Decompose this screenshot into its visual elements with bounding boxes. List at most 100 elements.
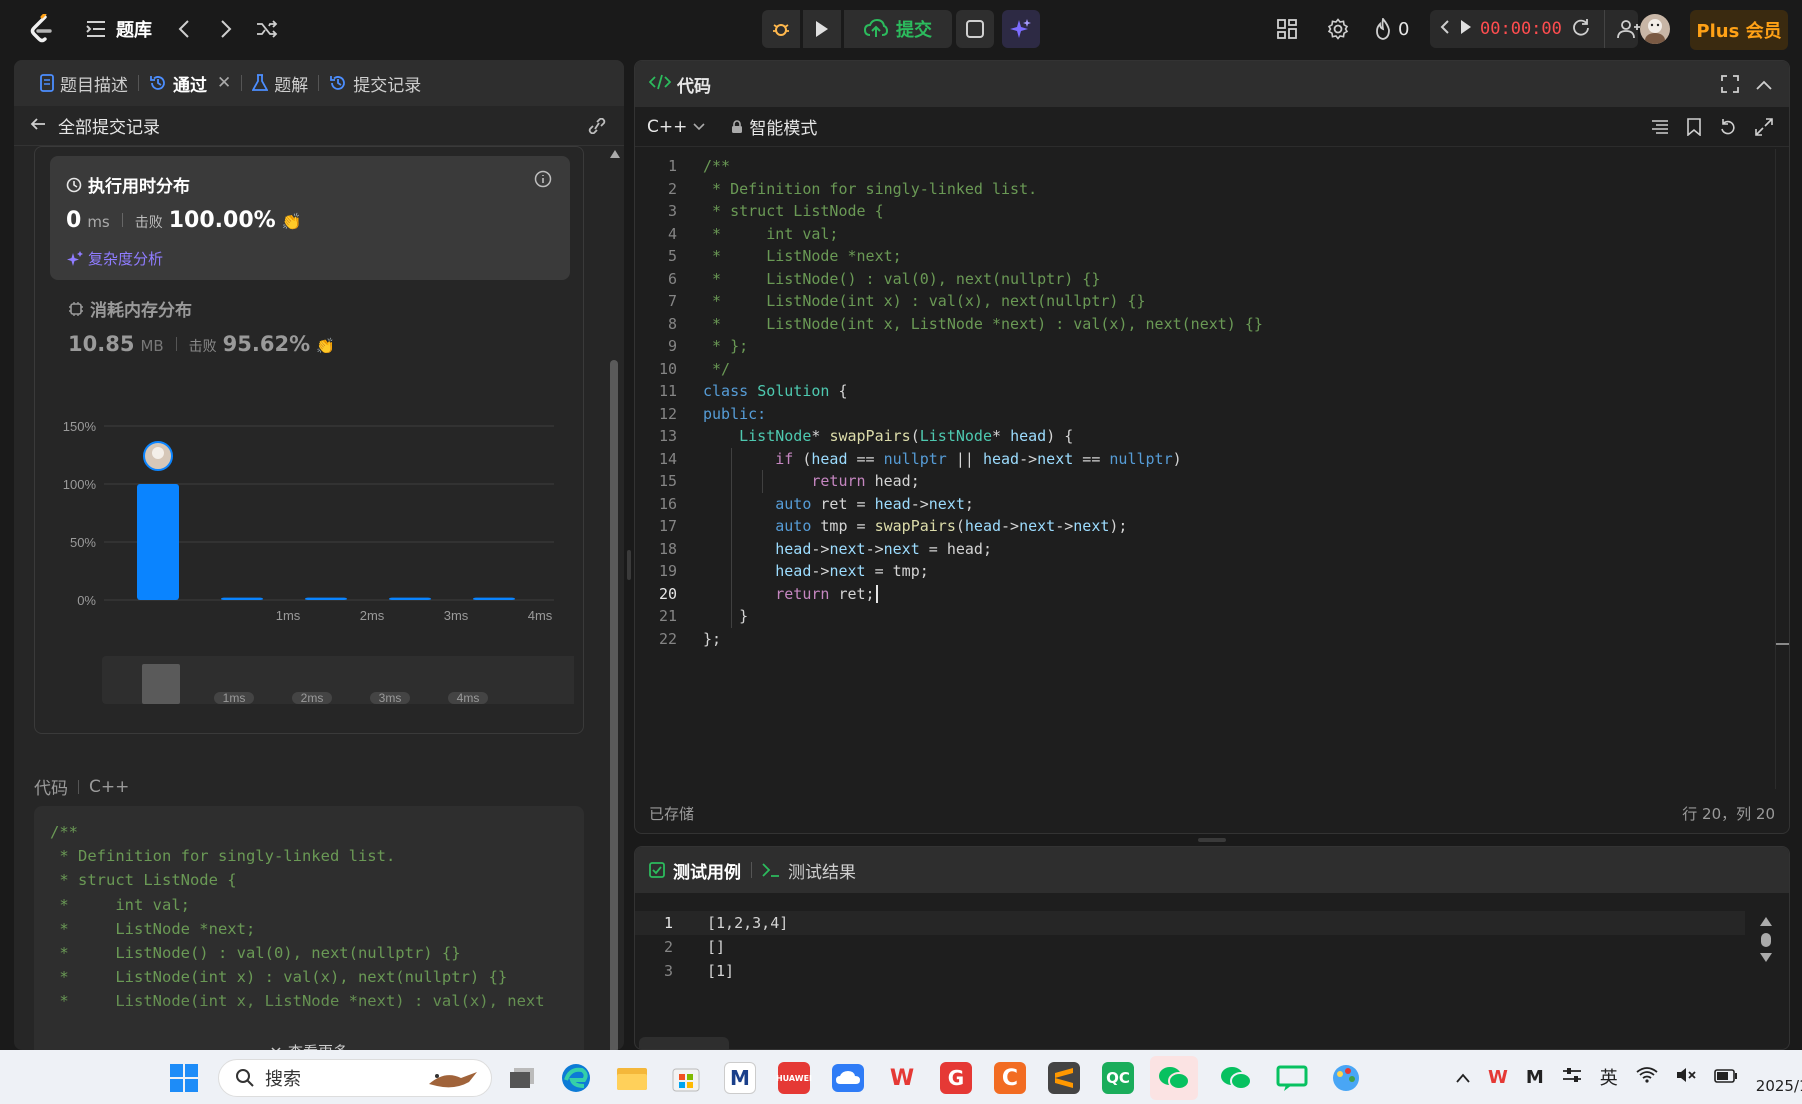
- code-line[interactable]: 7 * ListNode(int x) : val(x), next(nullp…: [635, 290, 1146, 313]
- code-line[interactable]: 8 * ListNode(int x, ListNode *next) : va…: [635, 313, 1263, 336]
- battery-icon[interactable]: [1713, 1067, 1738, 1088]
- c-app-icon[interactable]: C: [994, 1062, 1026, 1094]
- collapse-up-icon[interactable]: [1755, 76, 1773, 96]
- prev-problem-icon[interactable]: [172, 16, 196, 42]
- g-app-icon[interactable]: G: [940, 1062, 972, 1094]
- timer-reset-icon[interactable]: [1572, 18, 1590, 40]
- leetcode-logo-icon[interactable]: [26, 12, 56, 46]
- code-line[interactable]: 13 ListNode* swapPairs(ListNode* head) {: [635, 425, 1073, 448]
- test-case-line[interactable]: 2 []: [635, 935, 1745, 959]
- tab-submissions[interactable]: 提交记录: [319, 71, 431, 96]
- expand-icon[interactable]: [1755, 118, 1773, 141]
- info-icon[interactable]: [534, 170, 552, 192]
- language-select[interactable]: C++: [647, 117, 705, 137]
- share-link-icon[interactable]: [586, 117, 608, 139]
- add-friend-icon[interactable]: [1603, 10, 1641, 48]
- horizontal-splitter-handle[interactable]: [1198, 838, 1226, 842]
- test-scrollbar[interactable]: [1759, 917, 1773, 977]
- ai-sparkle-icon[interactable]: [1002, 10, 1040, 48]
- editor-scrollbar[interactable]: [1775, 149, 1789, 789]
- source-tab-partial[interactable]: [639, 1037, 729, 1049]
- tab-solutions[interactable]: 题解: [242, 71, 318, 96]
- code-line[interactable]: 9 * };: [635, 335, 748, 358]
- plus-membership-button[interactable]: Plus 会员: [1690, 10, 1788, 50]
- wps-tray-icon[interactable]: W: [1488, 1067, 1508, 1088]
- code-line[interactable]: 5 * ListNode *next;: [635, 245, 902, 268]
- problem-list-icon[interactable]: [84, 18, 108, 40]
- tray-expand-icon[interactable]: [1456, 1067, 1470, 1088]
- timer-play-icon[interactable]: [1460, 19, 1472, 39]
- code-line[interactable]: 3 * struct ListNode {: [635, 200, 884, 223]
- vertical-splitter-handle[interactable]: [627, 550, 631, 580]
- code-line[interactable]: 10 */: [635, 358, 730, 381]
- windows-start-icon[interactable]: [168, 1062, 200, 1094]
- code-line[interactable]: 2 * Definition for singly-linked list.: [635, 178, 1037, 201]
- code-line[interactable]: 15 return head;: [635, 470, 920, 493]
- streak-counter[interactable]: 0: [1374, 16, 1409, 42]
- smart-mode-toggle[interactable]: 智能模式: [731, 114, 817, 139]
- settings-gear-icon[interactable]: [1326, 17, 1350, 41]
- taskbar-search[interactable]: 搜索: [218, 1059, 492, 1097]
- submit-button[interactable]: 提交: [844, 10, 952, 48]
- huawei-app-icon[interactable]: HUAWEI: [776, 1062, 812, 1094]
- tab-close-icon[interactable]: ✕: [217, 73, 231, 93]
- memory-header[interactable]: 消耗内存分布: [68, 296, 192, 321]
- code-editor[interactable]: 1 /** 2 * Definition for singly-linked lis…: [635, 149, 1789, 709]
- edge-browser-icon[interactable]: [560, 1062, 592, 1094]
- speaker-muted-icon[interactable]: [1676, 1067, 1696, 1088]
- ime-indicator[interactable]: 英: [1600, 1064, 1618, 1090]
- reset-icon[interactable]: [1719, 118, 1737, 141]
- all-submissions-link[interactable]: 全部提交记录: [58, 113, 160, 138]
- fullscreen-icon[interactable]: [1721, 75, 1739, 98]
- task-view-icon[interactable]: [506, 1062, 538, 1094]
- wechat-icon[interactable]: [1220, 1062, 1252, 1094]
- code-line[interactable]: 6 * ListNode() : val(0), next(nullptr) {…: [635, 268, 1100, 291]
- note-icon[interactable]: [956, 10, 994, 48]
- test-case-line[interactable]: 3 [1]: [635, 959, 1745, 983]
- code-line[interactable]: 4 * int val;: [635, 223, 839, 246]
- complexity-analysis-link[interactable]: 复杂度分析: [66, 248, 163, 269]
- code-line[interactable]: 11 class Solution {: [635, 380, 848, 403]
- tab-test-cases[interactable]: 测试用例: [649, 858, 741, 883]
- code-line[interactable]: 18 head->next->next = head;: [635, 538, 992, 561]
- wechat-active-icon[interactable]: [1150, 1056, 1198, 1100]
- left-scrollbar[interactable]: [604, 146, 624, 1050]
- timer-collapse-icon[interactable]: [1440, 19, 1450, 39]
- shuffle-icon[interactable]: [254, 16, 280, 42]
- debug-icon[interactable]: [762, 10, 800, 48]
- format-icon[interactable]: [1651, 119, 1669, 140]
- code-line[interactable]: 14 if (head == nullptr || head->next == …: [635, 448, 1182, 471]
- back-arrow-icon[interactable]: [30, 116, 46, 136]
- code-line[interactable]: 1 /**: [635, 155, 730, 178]
- code-line[interactable]: 16 auto ret = head->next;: [635, 493, 974, 516]
- test-case-line[interactable]: 1 [1,2,3,4]: [635, 911, 1745, 935]
- tab-description[interactable]: 题目描述: [30, 71, 138, 96]
- code-line[interactable]: 19 head->next = tmp;: [635, 560, 929, 583]
- m-tray-icon[interactable]: M: [1526, 1067, 1544, 1088]
- code-line[interactable]: 12 public:: [635, 403, 766, 426]
- tab-test-results[interactable]: 测试结果: [762, 858, 856, 883]
- wps-office-icon[interactable]: W: [886, 1062, 918, 1094]
- paint-app-icon[interactable]: [1330, 1062, 1362, 1094]
- user-avatar[interactable]: [1640, 14, 1670, 44]
- run-button[interactable]: [803, 10, 841, 48]
- chat-app-icon[interactable]: [1276, 1062, 1308, 1094]
- next-problem-icon[interactable]: [214, 16, 238, 42]
- wifi-icon[interactable]: [1636, 1066, 1658, 1088]
- code-line[interactable]: 17 auto tmp = swapPairs(head->next->next…: [635, 515, 1128, 538]
- sliders-tray-icon[interactable]: [1562, 1067, 1582, 1088]
- bookmark-icon[interactable]: [1687, 118, 1701, 141]
- problem-bank-link[interactable]: 题库: [116, 16, 152, 42]
- tab-accepted[interactable]: 通过 ✕: [139, 71, 241, 96]
- layout-icon[interactable]: [1276, 18, 1298, 40]
- m-app-icon[interactable]: M: [724, 1062, 756, 1094]
- sublime-text-icon[interactable]: [1048, 1062, 1080, 1094]
- show-more-button[interactable]: 查看更多: [34, 1041, 584, 1050]
- code-line[interactable]: 22};: [635, 628, 721, 651]
- qc-app-icon[interactable]: QC: [1102, 1062, 1134, 1094]
- file-explorer-icon[interactable]: [616, 1062, 648, 1094]
- cloud-app-icon[interactable]: [832, 1062, 864, 1094]
- code-line[interactable]: 20 return ret;: [635, 583, 878, 606]
- microsoft-store-icon[interactable]: [670, 1062, 702, 1094]
- clock-date[interactable]: 2025/1: [1756, 1059, 1802, 1095]
